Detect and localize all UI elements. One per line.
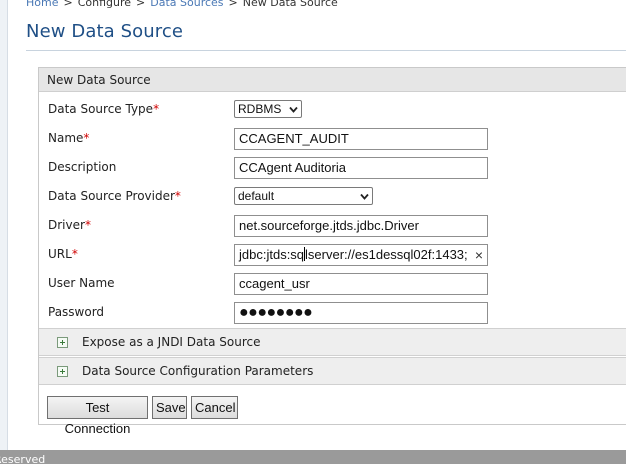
row-password: Password ●●●●●●●● xyxy=(48,302,626,324)
driver-label: Driver* xyxy=(48,218,91,232)
close-icon[interactable]: × xyxy=(475,245,483,265)
test-connection-button[interactable]: Test Connection xyxy=(47,396,148,436)
row-description: Description CCAgent Auditoria xyxy=(48,157,626,179)
driver-input[interactable]: net.sourceforge.jtds.jdbc.Driver xyxy=(234,215,488,237)
url-label: URL* xyxy=(48,247,78,261)
breadcrumb: Home > Configure > Data Sources > New Data Sou… xyxy=(26,0,338,9)
breadcrumb-separator: > xyxy=(63,0,73,9)
user-name-label: User Name xyxy=(48,276,115,290)
row-url: URL* jdbc:jtds:sqlserver://es1dessql02f:… xyxy=(48,244,626,266)
url-value-end: lserver://es1dessql02f:1433; xyxy=(305,247,468,262)
password-label: Password xyxy=(48,305,105,319)
row-user-name: User Name ccagent_usr xyxy=(48,273,626,295)
breadcrumb-separator: > xyxy=(136,0,146,9)
description-input[interactable]: CCAgent Auditoria xyxy=(234,157,488,179)
name-label: Name* xyxy=(48,131,90,145)
section-config-params-label: Data Source Configuration Parameters xyxy=(82,364,314,378)
url-input[interactable]: jdbc:jtds:sqlserver://es1dessql02f:1433;… xyxy=(234,244,488,266)
data-source-type-select[interactable]: RDBMS xyxy=(234,100,302,118)
footer-text: Reserved xyxy=(0,453,46,464)
row-name: Name* CCAGENT_AUDIT xyxy=(48,128,626,150)
data-source-provider-select[interactable]: default xyxy=(234,187,373,205)
row-data-source-type: Data Source Type* RDBMS xyxy=(48,99,626,121)
data-source-type-label: Data Source Type* xyxy=(48,102,160,116)
page-title: New Data Source xyxy=(26,21,184,42)
chevron-down-icon xyxy=(289,106,298,113)
breadcrumb-data-sources[interactable]: Data Sources xyxy=(150,0,223,9)
breadcrumb-home[interactable]: Home xyxy=(26,0,58,9)
plus-icon[interactable] xyxy=(57,337,68,348)
row-driver: Driver* net.sourceforge.jtds.jdbc.Driver xyxy=(48,215,626,237)
section-config-params-toggle[interactable]: Data Source Configuration Parameters xyxy=(39,357,626,385)
name-input[interactable]: CCAGENT_AUDIT xyxy=(234,128,488,150)
breadcrumb-configure[interactable]: Configure xyxy=(78,0,131,9)
breadcrumb-separator: > xyxy=(228,0,238,9)
password-input[interactable]: ●●●●●●●● xyxy=(234,302,488,324)
data-source-type-value: RDBMS xyxy=(238,102,282,116)
user-name-input[interactable]: ccagent_usr xyxy=(234,273,488,295)
plus-icon[interactable] xyxy=(57,366,68,377)
data-source-provider-value: default xyxy=(238,189,275,203)
section-jndi-toggle[interactable]: Expose as a JNDI Data Source xyxy=(39,328,626,356)
footer-bar: Reserved xyxy=(0,450,626,464)
chevron-down-icon xyxy=(360,193,369,200)
section-jndi-label: Expose as a JNDI Data Source xyxy=(82,335,261,349)
cancel-button[interactable]: Cancel xyxy=(191,396,238,419)
left-nav-edge xyxy=(0,0,8,450)
breadcrumb-current: New Data Source xyxy=(242,0,338,9)
save-button[interactable]: Save xyxy=(152,396,187,419)
data-source-provider-label: Data Source Provider* xyxy=(48,189,181,203)
button-bar: Test Connection Save Cancel xyxy=(39,391,626,436)
description-label: Description xyxy=(48,160,117,174)
panel-header: New Data Source xyxy=(39,68,626,92)
data-source-form-panel: New Data Source Data Source Type* RDBMS … xyxy=(38,67,626,436)
row-data-source-provider: Data Source Provider* default xyxy=(48,186,626,208)
title-divider xyxy=(26,50,626,51)
url-value-start: jdbc:jtds:sq xyxy=(239,247,305,262)
